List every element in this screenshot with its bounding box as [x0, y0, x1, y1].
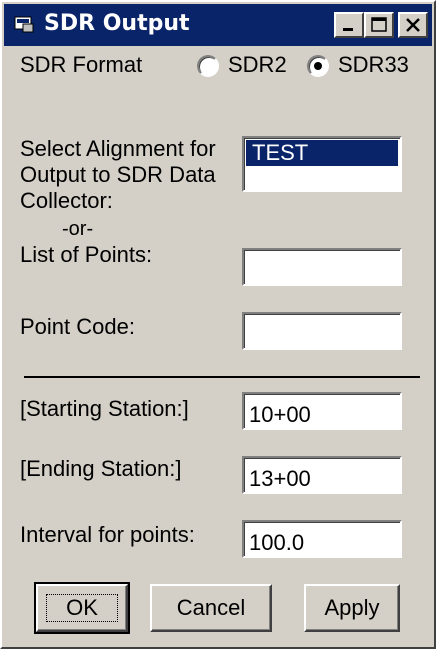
window-title: SDR Output: [44, 11, 190, 36]
sdr-app-icon: [14, 16, 34, 33]
point-code-label: Point Code:: [20, 314, 135, 339]
starting-station-label: [Starting Station:]: [20, 396, 189, 421]
alignment-label-line1: Select Alignment for: [20, 136, 216, 161]
sdr33-radio-label[interactable]: SDR33: [338, 52, 409, 78]
ending-station-value: 13+00: [249, 466, 311, 491]
sdr-format-label: SDR Format: [20, 52, 143, 77]
maximize-button[interactable]: [364, 12, 394, 38]
list-of-points-input[interactable]: [242, 248, 402, 286]
ending-station-label: [Ending Station:]: [20, 456, 182, 481]
alignment-label-line3: Collector:: [20, 188, 113, 213]
apply-button[interactable]: Apply: [304, 584, 400, 632]
starting-station-value: 10+00: [249, 402, 311, 427]
title-bar[interactable]: SDR Output: [4, 4, 432, 46]
point-code-input[interactable]: [242, 312, 402, 350]
interval-value: 100.0: [249, 530, 305, 555]
alignment-list-item-selected[interactable]: TEST: [246, 140, 398, 166]
starting-station-input[interactable]: 10+00: [242, 392, 402, 430]
close-icon: [406, 18, 420, 32]
interval-input[interactable]: 100.0: [242, 520, 402, 558]
minimize-button[interactable]: [334, 12, 364, 38]
radio-selected-dot: [314, 62, 322, 70]
sdr33-radio[interactable]: [307, 55, 329, 77]
sdr-output-window: SDR Output SDR Format SDR2 SDR33 Select …: [0, 0, 436, 649]
cancel-button[interactable]: Cancel: [150, 584, 272, 632]
maximize-icon: [371, 17, 387, 32]
interval-label: Interval for points:: [20, 522, 195, 547]
ok-button[interactable]: OK: [34, 582, 130, 634]
alignment-label-line2: Output to SDR Data: [20, 162, 216, 187]
apply-button-label: Apply: [324, 595, 380, 620]
cancel-button-label: Cancel: [176, 595, 246, 620]
minimize-icon: [343, 28, 353, 31]
list-of-points-label: List of Points:: [20, 242, 153, 267]
sdr2-radio[interactable]: [197, 55, 219, 77]
ending-station-input[interactable]: 13+00: [242, 456, 402, 494]
alignment-listbox[interactable]: TEST: [242, 136, 402, 192]
section-divider: [24, 376, 420, 378]
or-label: -or-: [62, 218, 94, 240]
close-button[interactable]: [398, 12, 428, 38]
focus-rectangle: [46, 594, 118, 622]
sdr2-radio-label[interactable]: SDR2: [228, 52, 287, 78]
